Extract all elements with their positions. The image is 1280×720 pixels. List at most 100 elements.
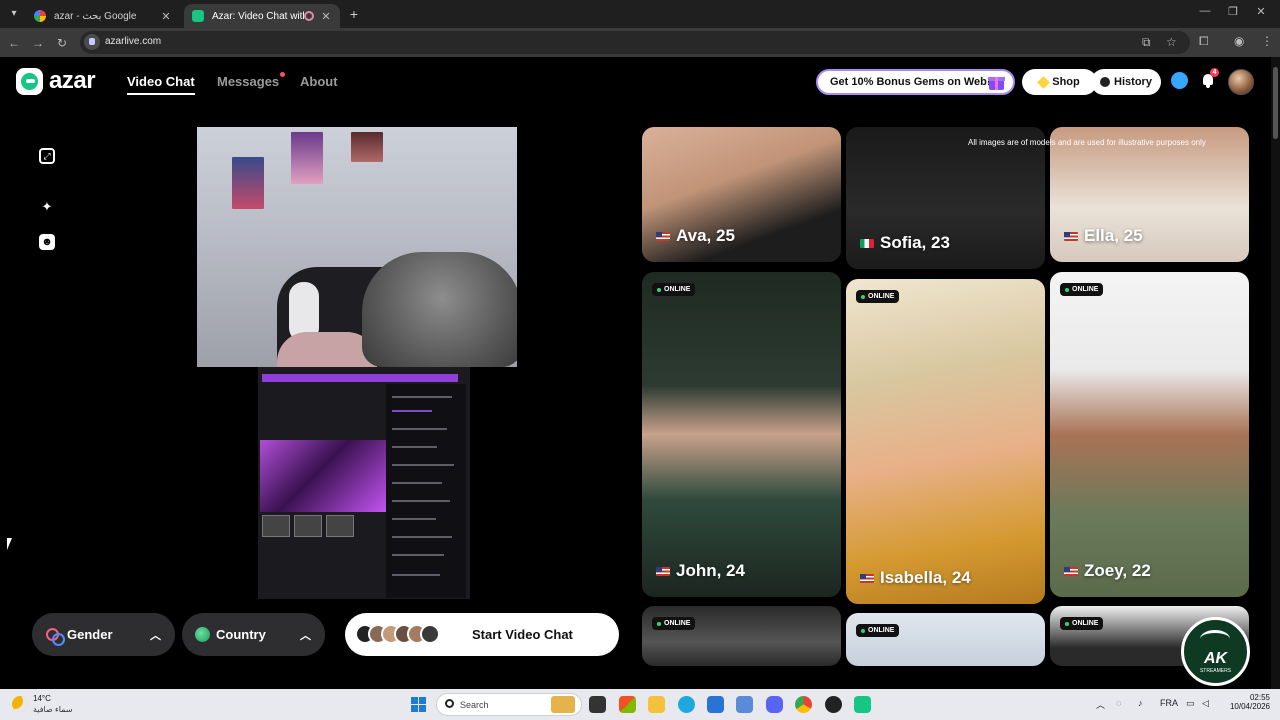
close-tab-icon[interactable]: ✕ (320, 10, 332, 23)
wall-poster (291, 132, 323, 184)
outlook-icon[interactable] (736, 696, 753, 713)
address-bar[interactable]: azarlive.com ⧉ ☆ (80, 31, 1190, 54)
scrollbar-thumb[interactable] (1273, 67, 1278, 139)
start-label: Start Video Chat (472, 627, 573, 642)
profile-card-ella[interactable]: Ella, 25 (1050, 127, 1249, 262)
magic-wand-icon[interactable]: ✦ (39, 199, 55, 215)
face-filter-icon[interactable]: ☻ (39, 234, 55, 250)
url-text: azarlive.com (105, 36, 162, 47)
country-filter-button[interactable]: Country ︿ (182, 613, 325, 656)
gem-icon (1037, 75, 1051, 89)
logo-text[interactable]: azar (49, 67, 96, 95)
profile-card-sofia[interactable]: Sofia, 23 (846, 127, 1045, 269)
person-head (362, 252, 517, 367)
gender-filter-button[interactable]: Gender ︿ (32, 613, 175, 656)
start-video-chat-button[interactable]: Start Video Chat (345, 613, 619, 656)
wall-poster (232, 157, 264, 209)
restore-icon[interactable]: ❐ (1224, 5, 1242, 18)
minimize-icon[interactable]: — (1196, 5, 1214, 17)
reload-icon[interactable]: ↻ (54, 35, 70, 51)
obs-icon[interactable] (825, 696, 842, 713)
new-tab-button[interactable]: + (346, 6, 362, 22)
online-dot-icon (1065, 621, 1069, 626)
microphone-icon[interactable]: ♪ (1138, 698, 1143, 708)
system-clock[interactable]: 02:55 10/04/2026 (1220, 693, 1270, 711)
tab-azar[interactable]: Azar: Video Chat with New ✕ (184, 4, 340, 28)
participant-thumb (294, 515, 322, 537)
azar-favicon-icon (192, 10, 204, 22)
tab-google-search[interactable]: azar - بحث Google ✕ (26, 4, 180, 28)
tab-title: azar - بحث Google (54, 10, 137, 22)
file-explorer-icon[interactable] (648, 696, 665, 713)
camera-off-icon[interactable]: ◌ (1116, 698, 1121, 708)
search-icon (445, 699, 454, 708)
site-info-icon[interactable] (84, 34, 100, 50)
profile-card-zoey[interactable]: ONLINE Zoey, 22 (1050, 272, 1249, 597)
bookmark-star-icon[interactable]: ☆ (1166, 35, 1177, 49)
user-avatar[interactable] (1228, 69, 1254, 95)
search-placeholder: Search (460, 700, 489, 710)
online-badge: ONLINE (1060, 617, 1104, 630)
network-icon[interactable]: ▭ (1186, 698, 1195, 709)
profile-name: Zoey, 22 (1064, 561, 1151, 581)
store-icon[interactable] (707, 696, 724, 713)
taskbar-search[interactable]: Search (436, 693, 582, 716)
azar-logo-icon[interactable] (16, 68, 43, 95)
nav-messages[interactable]: Messages (217, 74, 279, 89)
shop-label: Shop (1052, 76, 1080, 88)
windows-start-icon[interactable] (411, 697, 426, 712)
os-taskbar: 14°C سماء صافية Search ︿ ◌ ♪ FRA ▭ ◁ 02:… (0, 689, 1280, 720)
participant-thumb (262, 515, 290, 537)
participant-thumb (326, 515, 354, 537)
nav-video-chat[interactable]: Video Chat (127, 74, 195, 89)
bonus-gems-promo-button[interactable]: Get 10% Bonus Gems on Web! (816, 69, 1015, 95)
profile-name: Sofia, 23 (860, 233, 950, 253)
widgets-icon[interactable] (619, 696, 636, 713)
task-view-icon[interactable] (589, 696, 606, 713)
tray-chevron-icon[interactable]: ︿ (1096, 698, 1105, 711)
back-icon[interactable]: ← (6, 35, 22, 51)
tab-title: Azar: Video Chat with New (212, 10, 304, 22)
profile-card[interactable]: ONLINE (642, 606, 841, 666)
menu-icon[interactable]: ⋮ (1261, 34, 1273, 48)
profile-card[interactable]: ONLINE (846, 613, 1045, 666)
forward-icon[interactable]: → (30, 35, 46, 51)
page-scrollbar[interactable] (1271, 57, 1280, 689)
mouse-cursor (7, 538, 12, 550)
nav-about[interactable]: About (300, 74, 338, 89)
language-indicator[interactable]: FRA (1160, 698, 1178, 708)
search-highlight-art (551, 696, 575, 713)
online-badge: ONLINE (856, 290, 900, 303)
edge-icon[interactable] (678, 696, 695, 713)
profile-card-john[interactable]: ONLINE John, 24 (642, 272, 841, 597)
chrome-icon[interactable] (795, 696, 812, 713)
extensions-icon[interactable]: ⧠ (1199, 34, 1209, 49)
online-dot-icon (657, 287, 661, 292)
volume-icon[interactable]: ◁ (1202, 698, 1209, 709)
shop-button[interactable]: Shop (1022, 69, 1097, 95)
profile-icon[interactable]: ◉ (1234, 34, 1244, 48)
country-label: Country (216, 627, 266, 642)
chat-icon[interactable] (1171, 72, 1188, 89)
history-label: History (1114, 76, 1152, 88)
discord-icon[interactable] (766, 696, 783, 713)
cast-icon[interactable]: ⧉ (1142, 35, 1151, 50)
tab-search-icon[interactable]: ▾ (6, 6, 22, 22)
profile-name: Ella, 25 (1064, 226, 1143, 246)
online-badge: ONLINE (856, 624, 900, 637)
watermark-title: AK (1203, 650, 1228, 667)
profile-card-ava[interactable]: Ava, 25 (642, 127, 841, 262)
close-window-icon[interactable]: ✕ (1252, 5, 1270, 18)
history-button[interactable]: History (1091, 69, 1161, 95)
profile-card-isabella[interactable]: ONLINE Isabella, 24 (846, 279, 1045, 604)
azar-app-icon[interactable] (854, 696, 871, 713)
weather-moon-icon[interactable] (12, 696, 28, 712)
close-tab-icon[interactable]: ✕ (160, 10, 172, 23)
browser-tabstrip: ▾ azar - بحث Google ✕ Azar: Video Chat w… (0, 0, 1280, 28)
gender-label: Gender (67, 627, 113, 642)
recording-icon (304, 11, 314, 21)
online-dot-icon (861, 294, 865, 299)
expand-icon[interactable]: ⤢ (39, 148, 55, 164)
remote-video-feed (197, 127, 517, 367)
promo-text: Get 10% Bonus Gems on Web! (830, 76, 991, 88)
